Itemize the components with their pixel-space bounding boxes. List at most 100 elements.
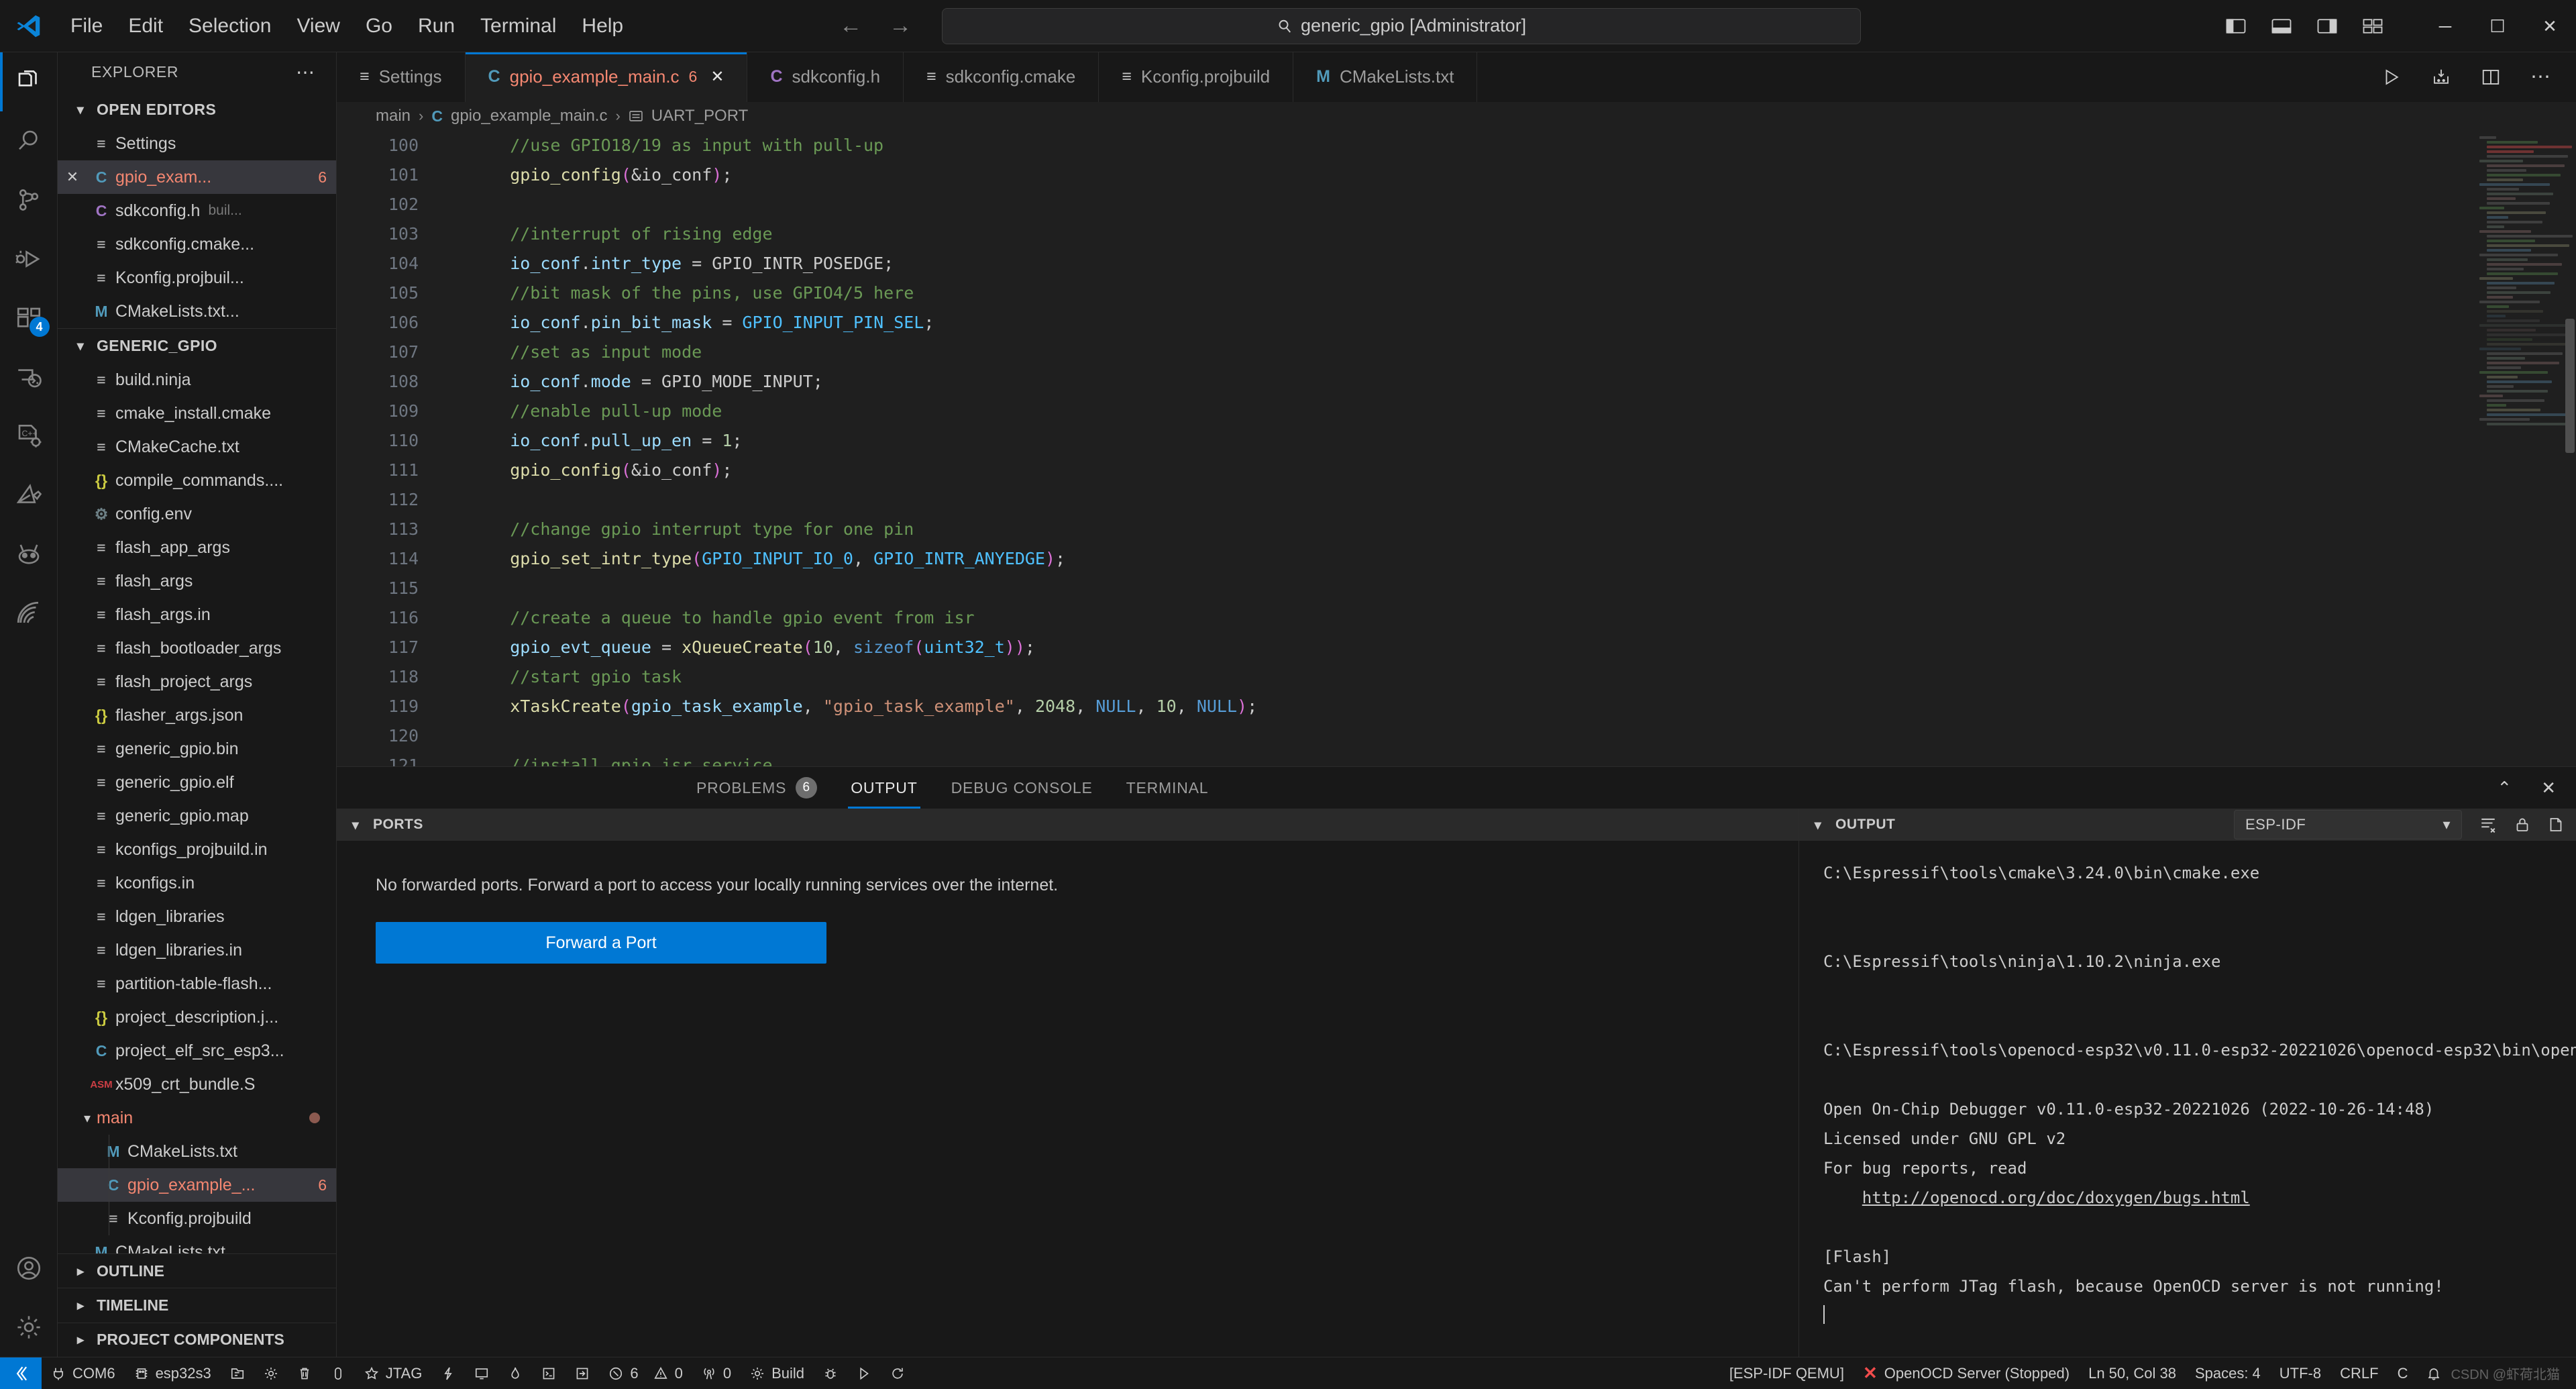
- editor-tab-sdkconfig-cmake[interactable]: ≡ sdkconfig.cmake: [904, 52, 1099, 102]
- activity-extensions[interactable]: 4: [0, 289, 58, 348]
- tree-file-row[interactable]: ≡ partition-table-flash...: [58, 967, 336, 1000]
- menu-run[interactable]: Run: [405, 9, 468, 43]
- status-idf-doc[interactable]: [566, 1357, 599, 1389]
- status-idf-terminal[interactable]: [532, 1357, 566, 1389]
- status-flash-device[interactable]: [431, 1357, 465, 1389]
- activity-platformio[interactable]: [0, 525, 58, 584]
- arrow-left-icon[interactable]: ←: [837, 13, 864, 39]
- panel-tab-output[interactable]: OUTPUT: [848, 767, 920, 809]
- split-editor-icon[interactable]: [2481, 67, 2501, 87]
- editor-tab-cmakelists-txt[interactable]: M CMakeLists.txt: [1293, 52, 1478, 102]
- status-eol[interactable]: CRLF: [2330, 1357, 2387, 1389]
- menu-selection[interactable]: Selection: [176, 9, 284, 43]
- status-error-count[interactable]: 6 0: [599, 1357, 692, 1389]
- tree-file-row[interactable]: ≡ generic_gpio.map: [58, 799, 336, 833]
- tree-file-row[interactable]: M CMakeLists.txt: [58, 1135, 336, 1169]
- tree-file-row[interactable]: ≡ generic_gpio.bin: [58, 732, 336, 766]
- maximize-button[interactable]: ☐: [2471, 0, 2524, 52]
- tree-file-row[interactable]: ≡ kconfigs.in: [58, 866, 336, 900]
- activity-run-and-debug[interactable]: [0, 229, 58, 289]
- section-outline[interactable]: ▸ OUTLINE: [58, 1253, 336, 1288]
- panel-tab-problems[interactable]: PROBLEMS 6: [694, 767, 820, 809]
- tree-file-row[interactable]: Cgpio_example_... 6: [58, 1168, 336, 1202]
- status-flash-method[interactable]: JTAG: [355, 1357, 432, 1389]
- section-open-editors[interactable]: ▾ OPEN EDITORS: [58, 92, 336, 127]
- close-icon[interactable]: ✕: [2541, 778, 2556, 799]
- section-timeline[interactable]: ▸ TIMELINE: [58, 1288, 336, 1322]
- section-generic-gpio[interactable]: ▾ GENERIC_GPIO: [58, 328, 336, 363]
- arrow-right-icon[interactable]: →: [887, 13, 914, 39]
- tree-file-row[interactable]: ⚙ config.env: [58, 497, 336, 531]
- status-target-device[interactable]: esp32s3: [125, 1357, 221, 1389]
- tree-file-row[interactable]: ≡ ldgen_libraries: [58, 900, 336, 933]
- status-remote-count[interactable]: 0: [692, 1357, 741, 1389]
- status-cmake-build[interactable]: Build: [741, 1357, 814, 1389]
- output-text-area[interactable]: C:\Espressif\tools\cmake\3.24.0\bin\cmak…: [1799, 841, 2576, 1357]
- tree-file-row[interactable]: {} project_description.j...: [58, 1000, 336, 1034]
- sidebar-scroll[interactable]: ▾ OPEN EDITORS ≡ Settings ✕ C gpio_exam.…: [58, 92, 336, 1253]
- clear-output-icon[interactable]: [2479, 816, 2497, 833]
- status-sdk-configuration-editor[interactable]: [221, 1357, 254, 1389]
- panel-tab-debug-console[interactable]: DEBUG CONSOLE: [949, 767, 1095, 809]
- status-cursor-position[interactable]: Ln 50, Col 38: [2079, 1357, 2186, 1389]
- run-and-debug-icon[interactable]: [2431, 67, 2451, 87]
- activity-explorer[interactable]: [0, 52, 58, 111]
- chevron-up-icon[interactable]: ⌃: [2497, 778, 2512, 799]
- customize-layout-icon[interactable]: [2363, 17, 2383, 35]
- editor-scrollbar[interactable]: [2564, 131, 2576, 766]
- status-language-mode[interactable]: C: [2388, 1357, 2418, 1389]
- status-serial-port[interactable]: COM6: [42, 1357, 125, 1389]
- tree-file-row[interactable]: ≡ ldgen_libraries.in: [58, 933, 336, 967]
- ellipsis-icon[interactable]: ⋯: [296, 61, 316, 83]
- tree-folder-row[interactable]: ▾ main: [58, 1101, 336, 1135]
- editor-tab-kconfig-projbuild[interactable]: ≡ Kconfig.projbuild: [1099, 52, 1294, 102]
- code-editor[interactable]: 100 101 102 103 104 105 106 107 108 109 110 111 112 1…: [337, 130, 2576, 766]
- open-editor-kconfig-projbuild[interactable]: ≡ Kconfig.projbuil...: [58, 261, 336, 295]
- open-editor-settings[interactable]: ≡ Settings: [58, 127, 336, 160]
- status-encoding[interactable]: UTF-8: [2270, 1357, 2330, 1389]
- activity-cmake-tools[interactable]: [0, 466, 58, 525]
- menu-file[interactable]: File: [58, 9, 115, 43]
- breadcrumb-item-main[interactable]: main: [376, 107, 411, 125]
- tree-file-row[interactable]: ≡ flash_args: [58, 564, 336, 598]
- tree-file-row[interactable]: ≡ cmake_install.cmake: [58, 397, 336, 430]
- activity-espressif-idf[interactable]: [0, 584, 58, 643]
- activity-search[interactable]: [0, 111, 58, 170]
- tree-file-row[interactable]: M CMakeLists.txt: [58, 1235, 336, 1253]
- tree-file-row[interactable]: {} compile_commands....: [58, 464, 336, 497]
- ports-header[interactable]: ▾ PORTS: [337, 809, 1799, 841]
- menu-view[interactable]: View: [284, 9, 352, 43]
- close-icon[interactable]: ✕: [58, 168, 87, 186]
- status-cmake-launch[interactable]: [847, 1357, 881, 1389]
- tree-file-row[interactable]: ≡ CMakeCache.txt: [58, 430, 336, 464]
- status-monitor-device[interactable]: [465, 1357, 498, 1389]
- more-actions-icon[interactable]: ⋯: [2530, 65, 2552, 89]
- breadcrumb-item-file[interactable]: gpio_example_main.c: [451, 107, 607, 125]
- activity-cpp-tools[interactable]: C++: [0, 407, 58, 466]
- menu-terminal[interactable]: Terminal: [468, 9, 569, 43]
- scrollbar-thumb[interactable]: [2565, 318, 2575, 453]
- toggle-panel-icon[interactable]: [2271, 17, 2292, 35]
- tree-file-row[interactable]: ≡ flash_args.in: [58, 598, 336, 631]
- status-cmake-refresh[interactable]: [881, 1357, 914, 1389]
- status-qemu[interactable]: [ESP-IDF QEMU]: [1720, 1357, 1854, 1389]
- close-icon[interactable]: ✕: [710, 67, 724, 87]
- activity-source-control[interactable]: [0, 170, 58, 229]
- tree-file-row[interactable]: ASM x509_crt_bundle.S: [58, 1068, 336, 1101]
- remote-window-icon[interactable]: [0, 1357, 42, 1389]
- status-notifications[interactable]: [2417, 1357, 2451, 1389]
- forward-a-port-button[interactable]: Forward a Port: [376, 922, 826, 964]
- menu-help[interactable]: Help: [569, 9, 636, 43]
- tree-file-row[interactable]: ≡ kconfigs_projbuild.in: [58, 833, 336, 866]
- menu-edit[interactable]: Edit: [115, 9, 176, 43]
- command-center-search[interactable]: generic_gpio [Administrator]: [942, 7, 1862, 44]
- editor-tab-sdkconfig-h[interactable]: Csdkconfig.h: [747, 52, 904, 102]
- tree-file-row[interactable]: ≡ flash_app_args: [58, 531, 336, 564]
- section-project-components[interactable]: ▸ PROJECT COMPONENTS: [58, 1322, 336, 1357]
- status-openocd-server[interactable]: ✕ OpenOCD Server (Stopped): [1854, 1357, 2079, 1389]
- close-button[interactable]: ✕: [2524, 0, 2576, 52]
- toggle-secondary-sidebar-icon[interactable]: [2317, 17, 2337, 35]
- breadcrumb-item-symbol[interactable]: UART_PORT: [651, 107, 748, 125]
- minimap[interactable]: [2475, 130, 2576, 766]
- tree-file-row[interactable]: ≡ flash_bootloader_args: [58, 631, 336, 665]
